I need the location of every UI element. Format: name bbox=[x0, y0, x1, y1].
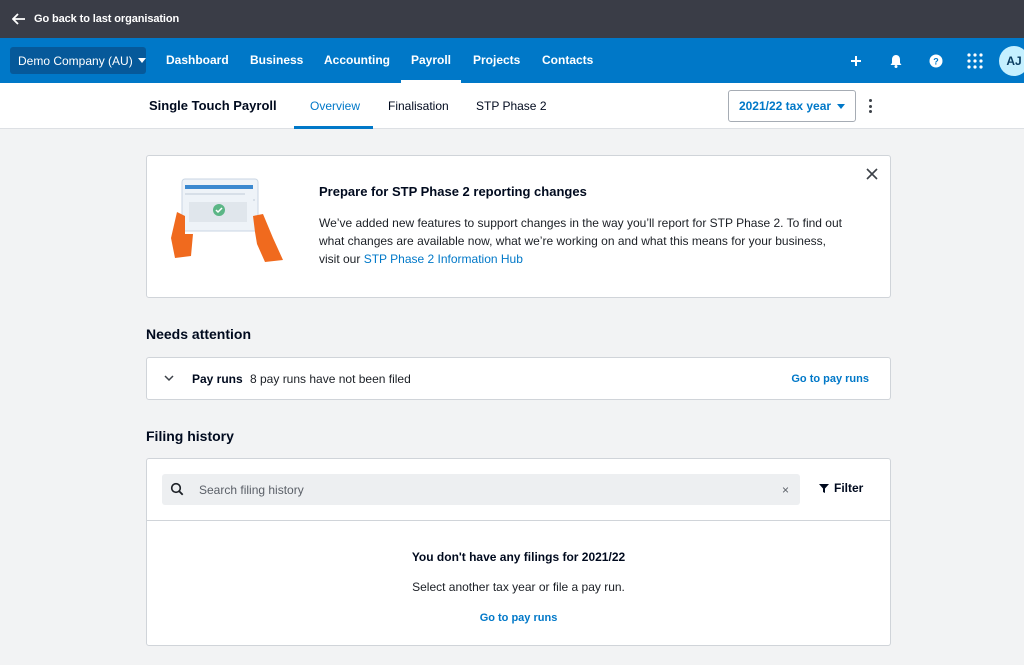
empty-state-description: Select another tax year or file a pay ru… bbox=[412, 580, 625, 594]
divider bbox=[147, 520, 890, 521]
filter-icon bbox=[819, 484, 829, 493]
caret-down-icon bbox=[837, 103, 846, 109]
caret-down-icon bbox=[137, 58, 146, 63]
empty-state-title: You don't have any filings for 2021/22 bbox=[411, 550, 626, 564]
banner-heading: Prepare for STP Phase 2 reporting change… bbox=[319, 184, 587, 199]
add-icon[interactable] bbox=[847, 52, 865, 70]
filter-button[interactable]: Filter bbox=[819, 481, 863, 495]
nav-accounting[interactable]: Accounting bbox=[324, 38, 390, 83]
tab-stp-phase-2[interactable]: STP Phase 2 bbox=[476, 99, 547, 113]
back-to-org-bar[interactable]: Go back to last organisation bbox=[0, 0, 1024, 38]
pay-runs-status: 8 pay runs have not been filed bbox=[250, 372, 411, 386]
avatar[interactable]: AJ bbox=[999, 46, 1024, 76]
nav-business[interactable]: Business bbox=[250, 38, 303, 83]
needs-attention-title: Needs attention bbox=[146, 326, 252, 342]
tablet-illustration-icon bbox=[171, 178, 283, 262]
stp-info-hub-link[interactable]: STP Phase 2 Information Hub bbox=[364, 252, 523, 266]
org-name: Demo Company (AU) bbox=[18, 53, 133, 68]
org-switcher-button[interactable]: Demo Company (AU) bbox=[10, 47, 146, 74]
go-to-pay-runs-link-empty[interactable]: Go to pay runs bbox=[147, 612, 890, 624]
pay-runs-label: Pay runs bbox=[192, 372, 243, 386]
stp-phase2-banner: Prepare for STP Phase 2 reporting change… bbox=[146, 155, 891, 298]
arrow-left-icon bbox=[12, 13, 25, 25]
stp-subheader: Single Touch Payroll Overview Finalisati… bbox=[0, 83, 1024, 129]
bell-icon[interactable] bbox=[887, 52, 905, 70]
nav-payroll[interactable]: Payroll bbox=[400, 38, 462, 83]
page-title: Single Touch Payroll bbox=[149, 98, 277, 113]
search-placeholder: Search filing history bbox=[199, 483, 304, 497]
filing-history-title: Filing history bbox=[146, 428, 234, 444]
nav-projects[interactable]: Projects bbox=[473, 38, 520, 83]
more-options-icon[interactable] bbox=[866, 97, 874, 115]
pay-runs-attention-row[interactable]: Pay runs 8 pay runs have not been filed … bbox=[146, 357, 891, 400]
go-to-pay-runs-link[interactable]: Go to pay runs bbox=[791, 373, 869, 385]
chevron-down-icon[interactable] bbox=[164, 373, 174, 383]
help-icon[interactable]: ? bbox=[927, 52, 945, 70]
filing-history-card: Search filing history × Filter You don't… bbox=[146, 458, 891, 646]
nav-contacts[interactable]: Contacts bbox=[542, 38, 593, 83]
filter-label: Filter bbox=[834, 481, 864, 495]
close-icon[interactable] bbox=[866, 168, 878, 180]
svg-text:?: ? bbox=[933, 57, 939, 67]
clear-search-icon[interactable]: × bbox=[782, 483, 789, 497]
search-filing-history-input[interactable]: Search filing history × bbox=[162, 474, 800, 505]
apps-grid-icon[interactable] bbox=[966, 52, 984, 70]
nav-dashboard[interactable]: Dashboard bbox=[166, 38, 229, 83]
tax-year-dropdown[interactable]: 2021/22 tax year bbox=[728, 90, 856, 122]
tab-overview[interactable]: Overview bbox=[310, 99, 360, 113]
search-icon bbox=[170, 482, 184, 496]
tax-year-label: 2021/22 tax year bbox=[738, 99, 832, 113]
banner-body: We’ve added new features to support chan… bbox=[319, 214, 849, 268]
tab-finalisation[interactable]: Finalisation bbox=[388, 99, 449, 113]
active-tab-indicator bbox=[294, 126, 373, 129]
main-nav: Demo Company (AU) Dashboard Business Acc… bbox=[0, 38, 1024, 83]
back-to-org-label: Go back to last organisation bbox=[34, 13, 180, 25]
